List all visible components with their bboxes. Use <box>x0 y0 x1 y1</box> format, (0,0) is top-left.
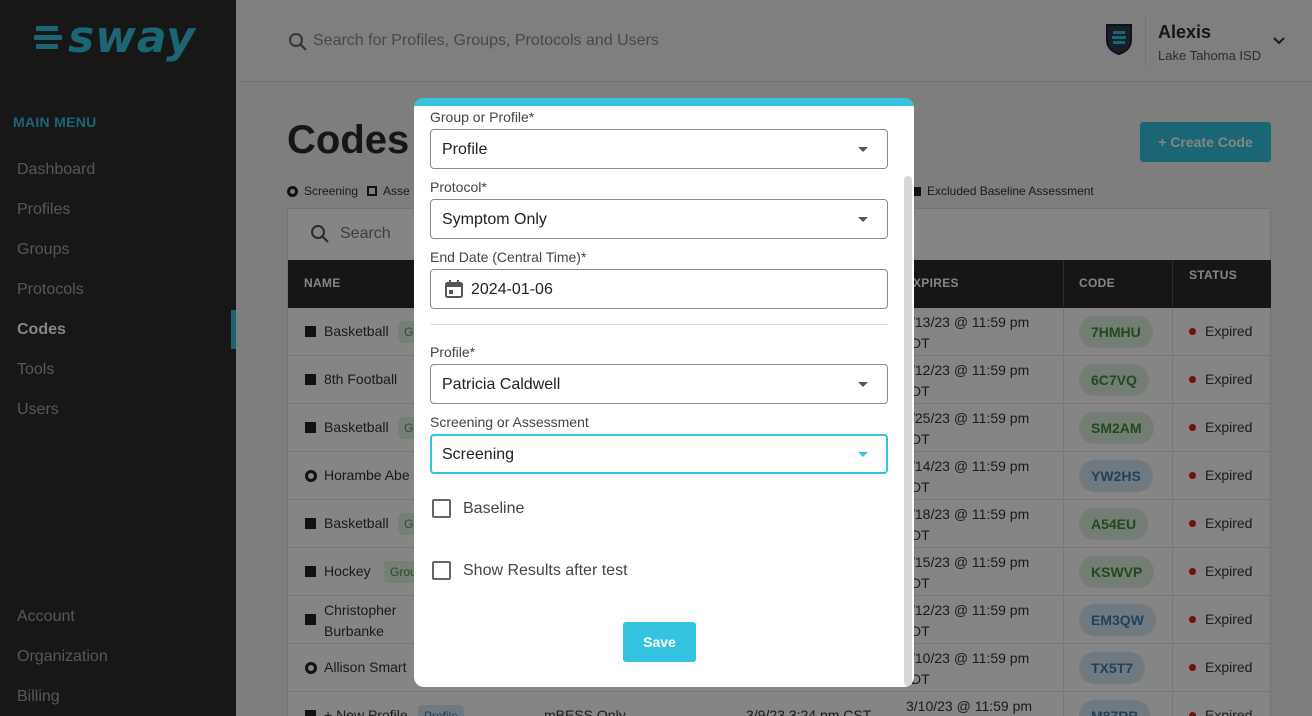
end-date-label: End Date (Central Time)* <box>430 249 587 265</box>
modal-divider <box>430 324 888 325</box>
dropdown-caret-icon <box>858 382 868 387</box>
screening-or-assessment-select[interactable]: Screening <box>430 434 888 474</box>
group-or-profile-select[interactable]: Profile <box>430 129 888 169</box>
dropdown-caret-icon <box>858 147 868 152</box>
select-value: Screening <box>442 446 515 463</box>
group-or-profile-label: Group or Profile* <box>430 109 535 125</box>
protocol-select[interactable]: Symptom Only <box>430 199 888 239</box>
date-value: 2024-01-06 <box>471 281 553 298</box>
select-value: Patricia Caldwell <box>442 376 561 393</box>
show-results-checkbox-row[interactable]: Show Results after test <box>432 561 628 580</box>
profile-label: Profile* <box>430 344 476 360</box>
modal-accent-bar <box>414 98 914 106</box>
select-value: Symptom Only <box>442 211 547 228</box>
dropdown-caret-icon <box>858 217 868 222</box>
protocol-label: Protocol* <box>430 179 487 195</box>
end-date-input[interactable]: 2024-01-06 <box>430 269 888 309</box>
screening-or-assessment-label: Screening or Assessment <box>430 414 589 430</box>
baseline-checkbox[interactable] <box>432 499 451 518</box>
show-results-checkbox[interactable] <box>432 561 451 580</box>
create-code-modal: Group or Profile* Profile Protocol* Symp… <box>414 98 914 687</box>
select-value: Profile <box>442 141 488 158</box>
profile-select[interactable]: Patricia Caldwell <box>430 364 888 404</box>
baseline-label: Baseline <box>463 499 525 517</box>
dropdown-caret-icon <box>858 452 868 457</box>
baseline-checkbox-row[interactable]: Baseline <box>432 499 524 518</box>
show-results-label: Show Results after test <box>463 561 628 579</box>
save-button[interactable]: Save <box>623 622 696 662</box>
modal-scrollbar[interactable] <box>904 176 912 686</box>
calendar-icon[interactable] <box>444 279 464 299</box>
